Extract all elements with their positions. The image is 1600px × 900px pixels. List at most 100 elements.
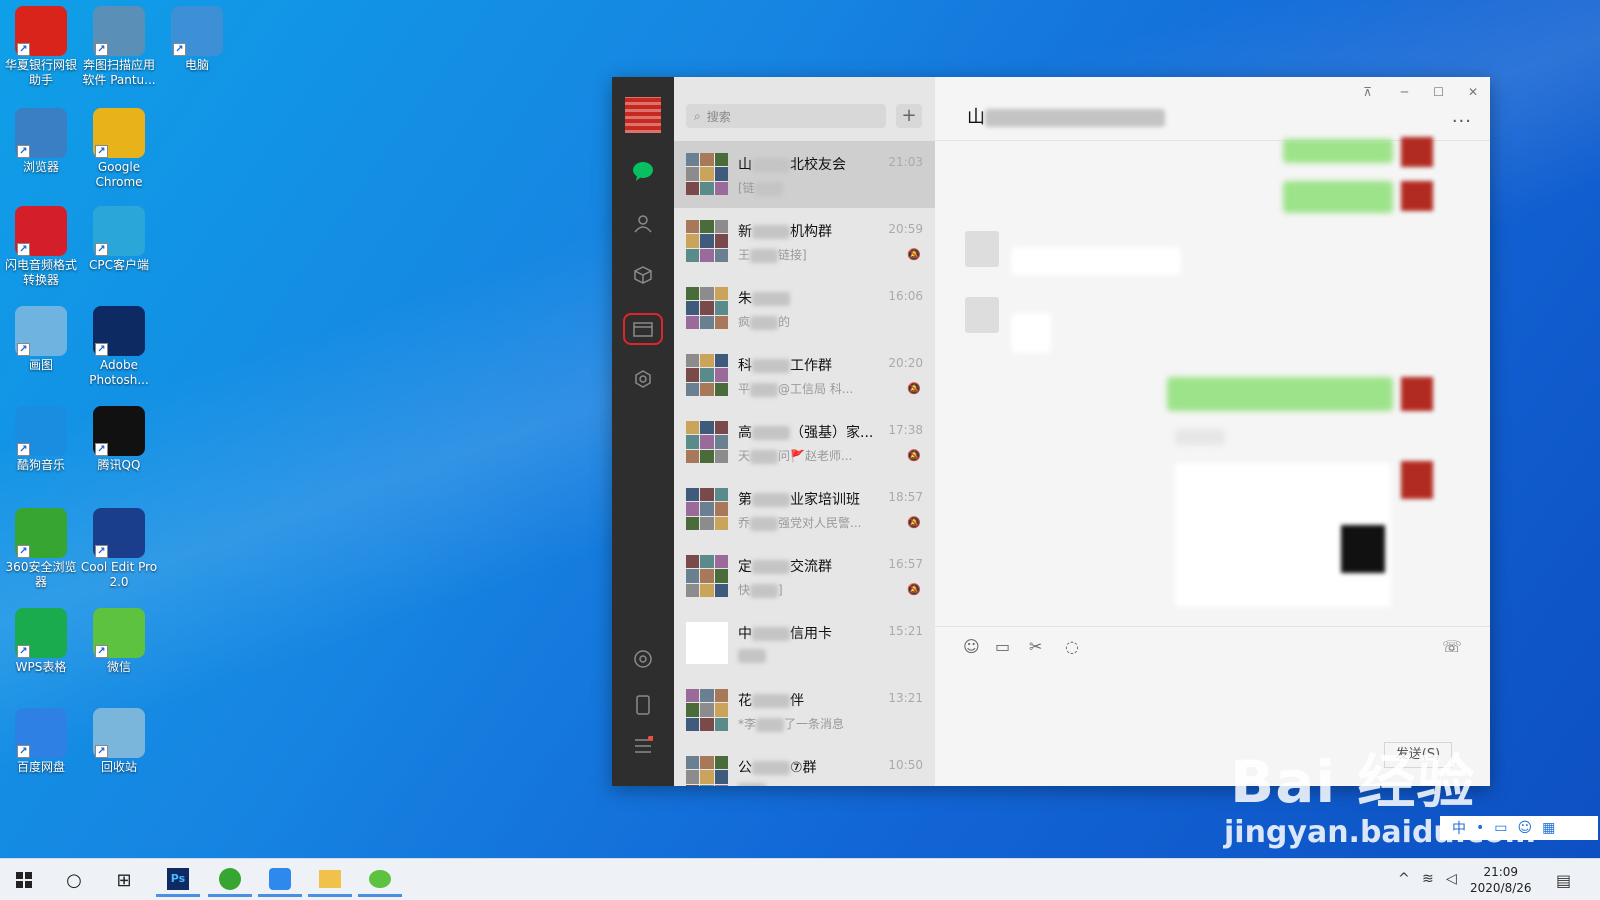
blurred-text	[752, 627, 790, 641]
preview-start: 疯	[738, 315, 751, 329]
chat-preview: 疯的	[738, 313, 790, 330]
chrome-icon: ↗	[93, 108, 145, 158]
screenshot-icon[interactable]: ✂	[1029, 637, 1042, 656]
minimize-button[interactable]: ─	[1401, 85, 1408, 99]
desktop-icon[interactable]: ↗ 360安全浏览器	[0, 508, 82, 590]
watermark-title: Bai 经验	[1230, 748, 1476, 816]
network-icon[interactable]: ≋	[1422, 871, 1434, 887]
taskbar-wps-icon[interactable]	[258, 863, 302, 897]
shortcut-arrow-icon: ↗	[173, 43, 186, 56]
chat-icon[interactable]	[627, 155, 659, 187]
chat-list-item[interactable]: 花伴 13:21 *李 了一条消息	[674, 677, 935, 744]
chat-preview: 天 问🚩赵老师...	[738, 447, 852, 464]
desktop-icon[interactable]: ↗ 腾讯QQ	[78, 406, 160, 473]
desktop-icon[interactable]: ↗ 闪电音频格式转换器	[0, 206, 82, 288]
voice-call-icon[interactable]: ☏	[1442, 637, 1462, 656]
phone-icon[interactable]	[627, 689, 659, 721]
blurred-text	[750, 382, 779, 397]
chat-list-item[interactable]: 山 北校友会 21:03 [链	[674, 141, 935, 208]
ime-language[interactable]: 中	[1452, 818, 1466, 838]
add-chat-button[interactable]: +	[896, 104, 922, 128]
chat-list-item[interactable]: 朱 16:06 疯的	[674, 275, 935, 342]
search-input[interactable]: ⌕ 搜索	[686, 104, 886, 128]
scanner-icon: ↗	[93, 6, 145, 56]
desktop-icon[interactable]: ↗ 浏览器	[0, 108, 82, 175]
desktop-icon-label: 奔图扫描应用软件 Pantu...	[82, 58, 156, 87]
chat-avatar	[686, 421, 728, 463]
ime-punct-icon[interactable]: •	[1476, 820, 1484, 836]
chat-preview: 快]	[738, 581, 783, 598]
chat-list-item[interactable]: 新 机构群 20:59 王 链接] 🔕	[674, 208, 935, 275]
desktop-icon[interactable]: ↗ WPS表格	[0, 608, 82, 675]
preview-start: 平	[738, 382, 751, 396]
chat-list-item[interactable]: 公 ⑦群 10:50	[674, 744, 935, 786]
desktop-icon[interactable]: ↗ 酷狗音乐	[0, 406, 82, 473]
close-button[interactable]: ✕	[1468, 85, 1478, 99]
show-hidden-icons-icon[interactable]: ^	[1398, 871, 1410, 887]
desktop-icon[interactable]: ↗ 奔图扫描应用软件 Pantu...	[78, 6, 160, 88]
menu-icon[interactable]	[627, 729, 659, 761]
chat-list-item[interactable]: 中 信用卡 15:21	[674, 610, 935, 677]
mute-icon: 🔕	[907, 516, 921, 529]
ime-keyboard-icon[interactable]: ▭	[1494, 820, 1507, 836]
desktop-icon[interactable]: ↗ CPC客户端	[78, 206, 160, 273]
chat-history-icon[interactable]: ◌	[1065, 637, 1079, 656]
taskbar-photoshop-icon[interactable]: Ps	[156, 863, 200, 897]
chat-time: 16:57	[888, 557, 923, 571]
shortcut-arrow-icon: ↗	[95, 443, 108, 456]
volume-icon[interactable]: ◁	[1446, 871, 1457, 887]
avatar	[1401, 461, 1433, 499]
huaxia-bank-icon: ↗	[15, 6, 67, 56]
chat-list-item[interactable]: 科 工作群 20:20 平 @工信局 科... 🔕	[674, 342, 935, 409]
chat-list-item[interactable]: 高 （强基）家... 17:38 天 问🚩赵老师... 🔕	[674, 409, 935, 476]
chat-avatar	[686, 689, 728, 731]
shortcut-arrow-icon: ↗	[95, 243, 108, 256]
folder-icon[interactable]: ▭	[995, 637, 1010, 656]
emoji-icon[interactable]: ☺	[963, 637, 980, 656]
ime-user-icon[interactable]: ☺	[1518, 820, 1533, 836]
ime-toolbar[interactable]: 中 • ▭ ☺ ▦	[1440, 816, 1598, 840]
desktop-icon[interactable]: ↗ 回收站	[78, 708, 160, 775]
task-view-icon[interactable]: ⊞	[102, 863, 146, 897]
chat-name-end: 北校友会	[790, 157, 846, 173]
desktop-icon-label: Google Chrome	[95, 160, 143, 189]
chat-time: 18:57	[888, 490, 923, 504]
chat-list-item[interactable]: 第 业家培训班 18:57 乔 强党对人民警... 🔕	[674, 476, 935, 543]
maximize-button[interactable]: ☐	[1433, 85, 1444, 99]
contacts-icon[interactable]	[627, 207, 659, 239]
desktop-icon[interactable]: ↗ Google Chrome	[78, 108, 160, 190]
desktop-icon[interactable]: ↗ 微信	[78, 608, 160, 675]
pin-button[interactable]: ⊼	[1363, 85, 1372, 99]
desktop-icon[interactable]: ↗ 华夏银行网银助手	[0, 6, 82, 88]
chat-title-text: 山	[967, 107, 985, 128]
desktop-icon[interactable]: ↗ 画图	[0, 306, 82, 373]
chat-list-item[interactable]: 定 交流群 16:57 快] 🔕	[674, 543, 935, 610]
cortana-search-icon[interactable]: ○	[52, 863, 96, 897]
wechat-icon: ↗	[93, 608, 145, 658]
windows-start-icon[interactable]	[2, 863, 46, 897]
taskbar-wechat-icon[interactable]	[358, 863, 402, 897]
desktop-icon-label: Adobe Photosh...	[89, 358, 149, 387]
files-icon[interactable]	[623, 313, 663, 345]
chat-time: 20:20	[888, 356, 923, 370]
desktop-icon[interactable]: ↗ 电脑	[156, 6, 238, 73]
message-bubble	[1011, 247, 1181, 275]
notification-icon[interactable]: ▤	[1556, 871, 1571, 890]
taskbar-file-explorer-icon[interactable]	[308, 863, 352, 897]
chat-time: 21:03	[888, 155, 923, 169]
desktop-icon[interactable]: ↗ Cool Edit Pro 2.0	[78, 508, 160, 590]
shortcut-arrow-icon: ↗	[95, 645, 108, 658]
moments-icon[interactable]	[627, 643, 659, 675]
user-avatar[interactable]	[625, 97, 661, 133]
more-options-button[interactable]: ···	[1452, 111, 1472, 132]
mute-icon: 🔕	[907, 583, 921, 596]
mini-program-icon[interactable]	[627, 363, 659, 395]
blurred-text	[752, 225, 790, 239]
taskbar-360-browser-icon[interactable]	[208, 863, 252, 897]
ime-grid-icon[interactable]: ▦	[1542, 820, 1555, 836]
system-clock[interactable]: 21:09 2020/8/26	[1470, 864, 1532, 896]
favorites-icon[interactable]	[627, 259, 659, 291]
desktop-icon[interactable]: ↗ Adobe Photosh...	[78, 306, 160, 388]
blurred-text	[738, 782, 766, 786]
desktop-icon[interactable]: ↗ 百度网盘	[0, 708, 82, 775]
